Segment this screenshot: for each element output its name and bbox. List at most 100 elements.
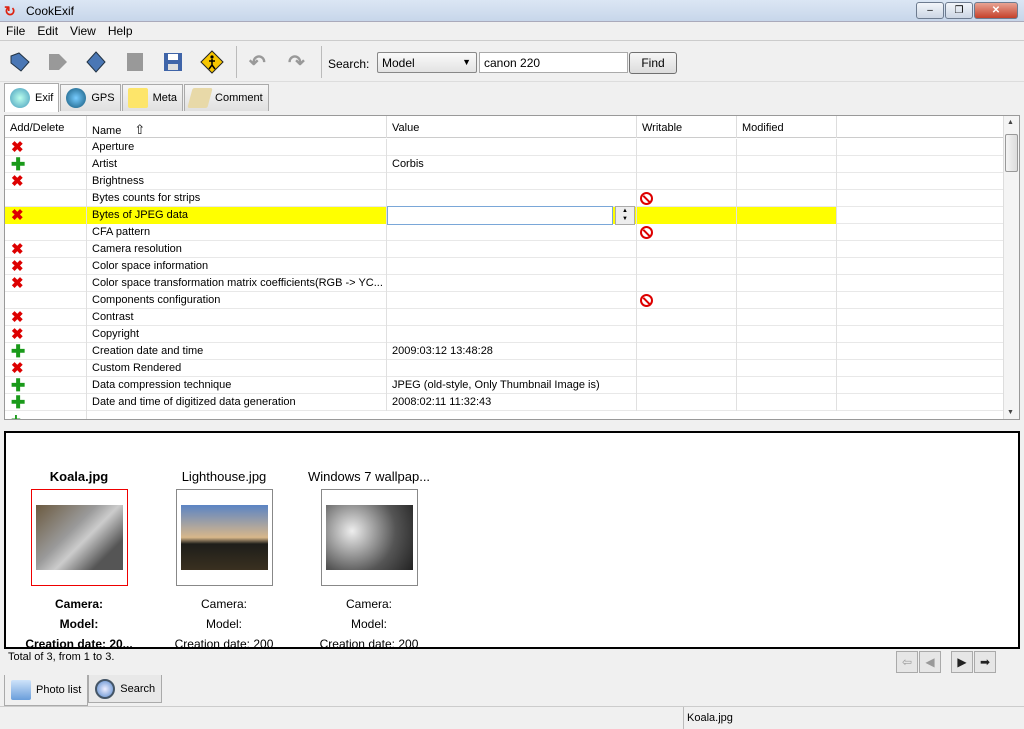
menu-bar: File Edit View Help <box>0 22 1024 41</box>
first-page-button[interactable]: ⇦ <box>896 651 918 673</box>
forward-icon[interactable] <box>46 50 70 74</box>
delete-icon[interactable]: ✖ <box>5 275 87 292</box>
col-add-delete[interactable]: Add/Delete <box>5 116 87 138</box>
menu-help[interactable]: Help <box>102 22 139 38</box>
name-cell: Components configuration <box>87 292 387 309</box>
photo-card[interactable]: Windows 7 wallpap... Camera: Model: Creati… <box>294 469 444 647</box>
col-modified[interactable]: Modified <box>737 116 837 138</box>
add-icon[interactable]: ✚ <box>5 394 87 411</box>
delete-icon[interactable]: ✖ <box>5 309 87 326</box>
warning-person-icon[interactable] <box>200 50 224 74</box>
photo-thumbnail[interactable] <box>175 489 273 586</box>
delete-icon[interactable]: ✖ <box>5 207 87 224</box>
name-cell: Color space transformation matrix coeffi… <box>87 275 387 292</box>
photo-card[interactable]: Koala.jpg Camera: Model: Creation date: 20… <box>6 469 154 647</box>
close-button[interactable]: ✕ <box>974 2 1018 19</box>
thumbnail-image <box>325 505 413 570</box>
table-row[interactable]: ✚ Date and time of digitized data generat… <box>5 394 1003 411</box>
menu-view[interactable]: View <box>64 22 102 38</box>
table-row[interactable]: ✖ Brightness <box>5 173 1003 190</box>
sort-up-icon: ⇧ <box>134 122 146 137</box>
col-writable[interactable]: Writable <box>637 116 737 138</box>
table-row[interactable]: ✚ Creation date and time 2009:03:12 13:48:… <box>5 343 1003 360</box>
search-field-value: Model <box>382 56 415 70</box>
value-cell: 2008:02:11 11:32:43 <box>387 394 637 411</box>
table-row[interactable]: ✖ Copyright <box>5 326 1003 343</box>
photo-date: Creation date: 200 <box>174 637 274 649</box>
undo-icon[interactable]: ↶ <box>249 50 273 74</box>
table-row[interactable]: Bytes counts for strips <box>5 190 1003 207</box>
value-spinner[interactable]: ▲ ▼ <box>615 206 635 225</box>
menu-file[interactable]: File <box>0 22 31 38</box>
maximize-button[interactable]: ❐ <box>945 2 973 19</box>
name-cell: Color space information <box>87 258 387 275</box>
add-icon[interactable]: ✚ <box>5 343 87 360</box>
col-name-label: Name <box>92 125 122 137</box>
tab-label: Photo list <box>36 684 82 696</box>
modified-cell <box>737 258 837 275</box>
next-page-button[interactable]: ▶ <box>951 651 973 673</box>
add-icon[interactable]: ✚ <box>5 377 87 394</box>
writable-cell <box>637 377 737 394</box>
tab-photo-list[interactable]: Photo list <box>4 675 89 706</box>
table-row[interactable]: ✖ Aperture <box>5 139 1003 156</box>
writable-cell <box>637 224 737 241</box>
value-edit-input[interactable] <box>387 206 613 225</box>
tab-comment[interactable]: Comment <box>184 84 269 111</box>
name-cell: Brightness <box>87 173 387 190</box>
table-row[interactable]: ✚ Artist Corbis <box>5 156 1003 173</box>
search-input[interactable]: canon 220 <box>479 52 628 73</box>
table-row[interactable]: CFA pattern <box>5 224 1003 241</box>
modified-cell <box>737 343 837 360</box>
table-row[interactable]: ✖ Custom Rendered <box>5 360 1003 377</box>
table-row[interactable]: Components configuration <box>5 292 1003 309</box>
delete-icon[interactable]: ✖ <box>5 360 87 377</box>
add-icon[interactable]: ✚ <box>5 156 87 173</box>
table-row-partial[interactable]: + <box>5 411 1003 419</box>
col-name[interactable]: Name ⇧ <box>87 116 387 138</box>
name-cell: Aperture <box>87 139 387 156</box>
minimize-button[interactable]: – <box>916 2 944 19</box>
not-writable-icon <box>640 226 653 239</box>
photo-model: Model: <box>205 617 243 631</box>
value-cell: Corbis <box>387 156 637 173</box>
tab-search[interactable]: Search <box>88 675 163 703</box>
page-navigation: ⇦ ◀ ▶ ➡ <box>896 651 997 673</box>
tag-icon[interactable] <box>84 50 108 74</box>
delete-icon[interactable]: ✖ <box>5 258 87 275</box>
table-row[interactable]: ✖ Contrast <box>5 309 1003 326</box>
delete-icon[interactable]: ✖ <box>5 173 87 190</box>
delete-icon[interactable]: ✖ <box>5 139 87 156</box>
photo-card[interactable]: Lighthouse.jpg Camera: Model: Creation dat… <box>149 469 299 649</box>
open-folder-icon[interactable] <box>8 50 32 74</box>
table-row[interactable]: ✖ Color space information <box>5 258 1003 275</box>
save-disabled-icon[interactable] <box>123 50 147 74</box>
redo-icon[interactable]: ↷ <box>288 50 312 74</box>
menu-edit[interactable]: Edit <box>31 22 64 38</box>
tab-meta[interactable]: Meta <box>121 84 184 111</box>
name-cell: Artist <box>87 156 387 173</box>
last-page-button[interactable]: ➡ <box>974 651 996 673</box>
photo-thumbnail[interactable] <box>30 489 128 586</box>
table-row[interactable]: ✖ Color space transformation matrix coeff… <box>5 275 1003 292</box>
prev-page-button[interactable]: ◀ <box>919 651 941 673</box>
photo-thumbnail[interactable] <box>320 489 418 586</box>
tab-gps[interactable]: GPS <box>60 84 121 111</box>
col-value[interactable]: Value <box>387 116 637 138</box>
modified-cell <box>737 326 837 343</box>
find-button[interactable]: Find <box>629 52 677 74</box>
bottom-tabs: Photo list Search <box>4 675 163 706</box>
value-cell <box>387 190 637 207</box>
delete-icon[interactable]: ✖ <box>5 241 87 258</box>
name-cell: Bytes counts for strips <box>87 190 387 207</box>
table-row[interactable]: ✖ Camera resolution <box>5 241 1003 258</box>
tab-exif[interactable]: Exif <box>4 83 60 112</box>
tab-label: GPS <box>91 92 115 104</box>
table-row[interactable]: ✖ Bytes of JPEG data ▲ ▼ <box>5 206 1003 225</box>
search-field-select[interactable]: Model ▼ <box>377 52 477 73</box>
vertical-scrollbar[interactable]: ▲ ▼ <box>1003 116 1019 419</box>
modified-cell <box>737 241 837 258</box>
delete-icon[interactable]: ✖ <box>5 326 87 343</box>
table-row[interactable]: ✚ Data compression technique JPEG (old-sty… <box>5 377 1003 394</box>
save-all-icon[interactable] <box>161 50 185 74</box>
